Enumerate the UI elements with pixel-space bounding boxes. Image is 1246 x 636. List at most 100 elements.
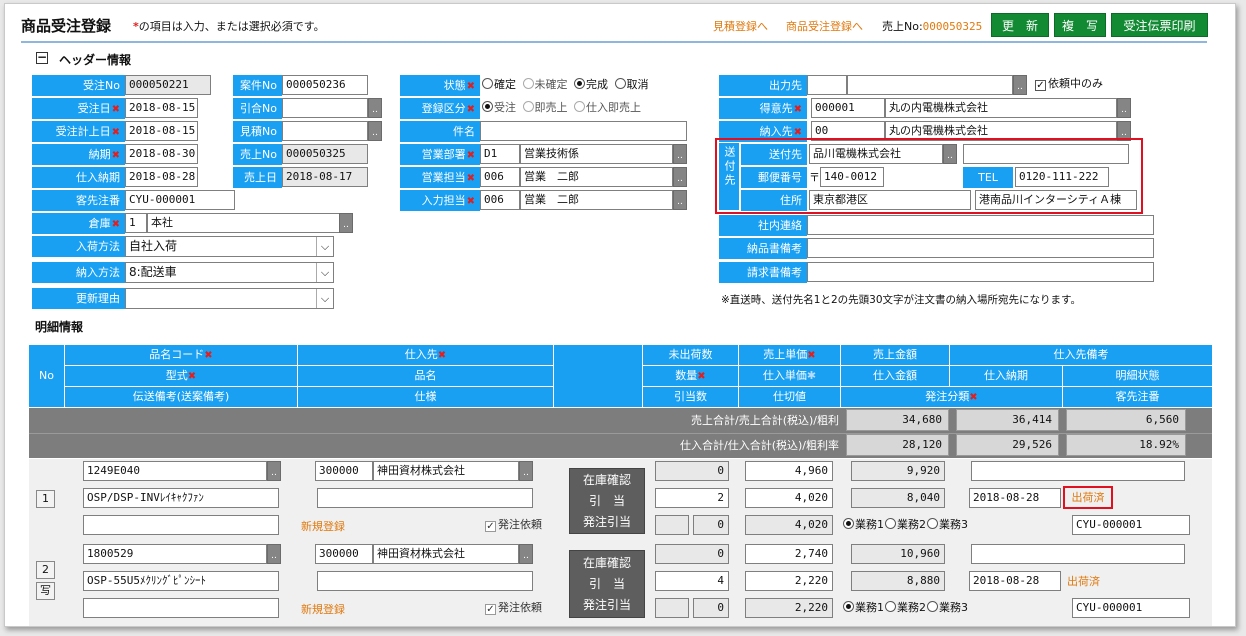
stock-check-button[interactable]: 在庫確認 xyxy=(570,553,644,574)
item-code-lookup-button[interactable]: .. xyxy=(267,461,281,481)
order-register-link[interactable]: 商品受注登録へ xyxy=(786,18,863,34)
status-radio-unconfirmed[interactable] xyxy=(522,78,534,89)
supplier-lookup-button[interactable]: .. xyxy=(519,544,533,564)
warehouse-lookup-button[interactable]: .. xyxy=(339,213,353,233)
warehouse-code-field[interactable]: 1 xyxy=(125,213,147,233)
order-date-field[interactable]: 2018-08-15 xyxy=(125,98,198,118)
supplier-code-field[interactable]: 300000 xyxy=(315,461,373,481)
output-code-field[interactable] xyxy=(807,75,847,95)
pur-due-field[interactable]: 2018-08-28 xyxy=(125,167,198,187)
order-allocate-button[interactable]: 発注引当 xyxy=(570,595,644,616)
order-allocate-button[interactable]: 発注引当 xyxy=(570,512,644,533)
copy-button[interactable]: 複 写 xyxy=(1054,13,1106,37)
arrival-select[interactable]: 自社入荷 ⌵ xyxy=(125,236,334,257)
subject-field[interactable] xyxy=(480,121,687,141)
purchase-due-field[interactable]: 2018-08-28 xyxy=(969,571,1061,591)
spec-field[interactable] xyxy=(317,571,533,591)
memo-field[interactable] xyxy=(83,598,279,618)
pending-only-checkbox[interactable]: ✓ 依頼中のみ xyxy=(1035,74,1103,94)
order-type-radio-group[interactable]: 業務1 業務2 業務3 xyxy=(843,598,968,618)
item-code-lookup-button[interactable]: .. xyxy=(267,544,281,564)
new-register-link[interactable]: 新規登録 xyxy=(301,518,345,534)
est-no-lookup-button[interactable]: .. xyxy=(368,121,382,141)
type-radio-1[interactable] xyxy=(843,518,854,529)
dept-code-field[interactable]: D1 xyxy=(480,144,520,164)
print-order-button[interactable]: 受注伝票印刷 xyxy=(1111,13,1208,37)
type-radio-2[interactable] xyxy=(885,518,896,529)
staff-lookup-button[interactable]: .. xyxy=(673,167,687,187)
type-radio-1[interactable] xyxy=(843,601,854,612)
purchase-price-field[interactable]: 2,220 xyxy=(745,571,833,591)
deliv-note-field[interactable] xyxy=(807,238,1154,258)
supplier-memo-field[interactable] xyxy=(971,461,1185,481)
ref-no-lookup-button[interactable]: .. xyxy=(368,98,382,118)
sales-price-field[interactable]: 4,960 xyxy=(745,461,833,481)
input-staff-code-field[interactable]: 006 xyxy=(480,190,520,210)
reg-type-radio-pur-sale[interactable] xyxy=(574,101,585,112)
supplier-memo-field[interactable] xyxy=(971,544,1185,564)
memo-field[interactable] xyxy=(83,515,279,535)
case-no-field[interactable]: 000050236 xyxy=(282,75,368,95)
direct-ship-note: ※直送時、送付先名1と2の先頭30文字が注文書の納入場所宛先になります。 xyxy=(721,294,1081,306)
allocate-button[interactable]: 引 当 xyxy=(570,491,644,512)
order-request-checkbox[interactable]: ✓ 発注依頼 xyxy=(485,598,542,618)
reason-select[interactable]: ⌵ xyxy=(125,288,334,309)
status-radio-confirmed[interactable] xyxy=(482,78,493,89)
tel-field[interactable]: 0120-111-222 xyxy=(1015,167,1109,187)
delivery-select[interactable]: 8:配送車 ⌵ xyxy=(125,262,334,283)
item-code-field[interactable]: 1249E040 xyxy=(83,461,267,481)
update-button[interactable]: 更 新 xyxy=(991,13,1049,37)
input-staff-lookup-button[interactable]: .. xyxy=(673,190,687,210)
status-radio-group[interactable]: 確定 未確定 完成 取消 xyxy=(482,75,649,95)
addr2-field[interactable]: 港南品川インターシティＡ棟 xyxy=(975,190,1137,210)
due-field[interactable]: 2018-08-30 xyxy=(125,144,198,164)
order-request-checkbox[interactable]: ✓ 発注依頼 xyxy=(485,515,542,535)
estimate-link[interactable]: 見積登録へ xyxy=(713,18,768,34)
spec-field[interactable] xyxy=(317,488,533,508)
supplier-lookup-button[interactable]: .. xyxy=(519,461,533,481)
dest-field[interactable]: 品川電機株式会社 xyxy=(809,144,943,164)
dest-lookup-button[interactable]: .. xyxy=(943,144,957,164)
dest2-field[interactable] xyxy=(963,144,1129,164)
cust-order-no-field[interactable]: CYU-000001 xyxy=(1072,598,1190,618)
bill-note-field[interactable] xyxy=(807,262,1154,282)
type-radio-3[interactable] xyxy=(927,601,938,612)
book-date-field[interactable]: 2018-08-15 xyxy=(125,121,198,141)
type-radio-2[interactable] xyxy=(885,601,896,612)
sales-price-field[interactable]: 2,740 xyxy=(745,544,833,564)
reg-type-radio-sale[interactable] xyxy=(522,101,534,112)
row-no-button[interactable]: 1 xyxy=(36,490,55,508)
customer-code-field[interactable]: 000001 xyxy=(811,98,885,118)
purchase-due-field[interactable]: 2018-08-28 xyxy=(969,488,1061,508)
status-radio-cancel[interactable] xyxy=(614,78,626,89)
stock-check-button[interactable]: 在庫確認 xyxy=(570,470,644,491)
purchase-price-field[interactable]: 4,020 xyxy=(745,488,833,508)
row-copy-button[interactable]: 写 xyxy=(36,582,55,600)
model-field[interactable]: OSP-55U5ﾒｸﾘﾝｸﾞﾋﾟﾝｼｰﾄ xyxy=(83,571,279,591)
collapse-toggle[interactable]: − xyxy=(36,51,48,64)
ref-no-field[interactable] xyxy=(282,98,368,118)
model-field[interactable]: OSP/DSP-INVﾚｲｷｬｸﾌｧﾝ xyxy=(83,488,279,508)
status-radio-complete[interactable] xyxy=(574,78,585,89)
zip-field[interactable]: 140-0012 xyxy=(820,167,884,187)
output-lookup-button[interactable]: .. xyxy=(1013,75,1027,95)
allocate-button[interactable]: 引 当 xyxy=(570,574,644,595)
reg-type-radio-group[interactable]: 受注 即売上 仕入即売上 xyxy=(482,98,641,118)
addr1-field[interactable]: 東京都港区 xyxy=(809,190,971,210)
order-type-radio-group[interactable]: 業務1 業務2 業務3 xyxy=(843,515,968,535)
qty-field[interactable]: 2 xyxy=(655,488,729,508)
new-register-link[interactable]: 新規登録 xyxy=(301,601,345,617)
supplier-code-field[interactable]: 300000 xyxy=(315,544,373,564)
type-radio-3[interactable] xyxy=(927,518,938,529)
est-no-field[interactable] xyxy=(282,121,368,141)
row-no-button[interactable]: 2 xyxy=(36,561,55,579)
cust-order-no-field[interactable]: CYU-000001 xyxy=(1072,515,1190,535)
qty-field[interactable]: 4 xyxy=(655,571,729,591)
cust-order-field[interactable]: CYU-000001 xyxy=(125,190,235,210)
item-code-field[interactable]: 1800529 xyxy=(83,544,267,564)
reg-type-radio-order[interactable] xyxy=(482,101,493,112)
internal-field[interactable] xyxy=(807,215,1154,235)
customer-lookup-button[interactable]: .. xyxy=(1117,98,1131,118)
dept-lookup-button[interactable]: .. xyxy=(673,144,687,164)
staff-code-field[interactable]: 006 xyxy=(480,167,520,187)
